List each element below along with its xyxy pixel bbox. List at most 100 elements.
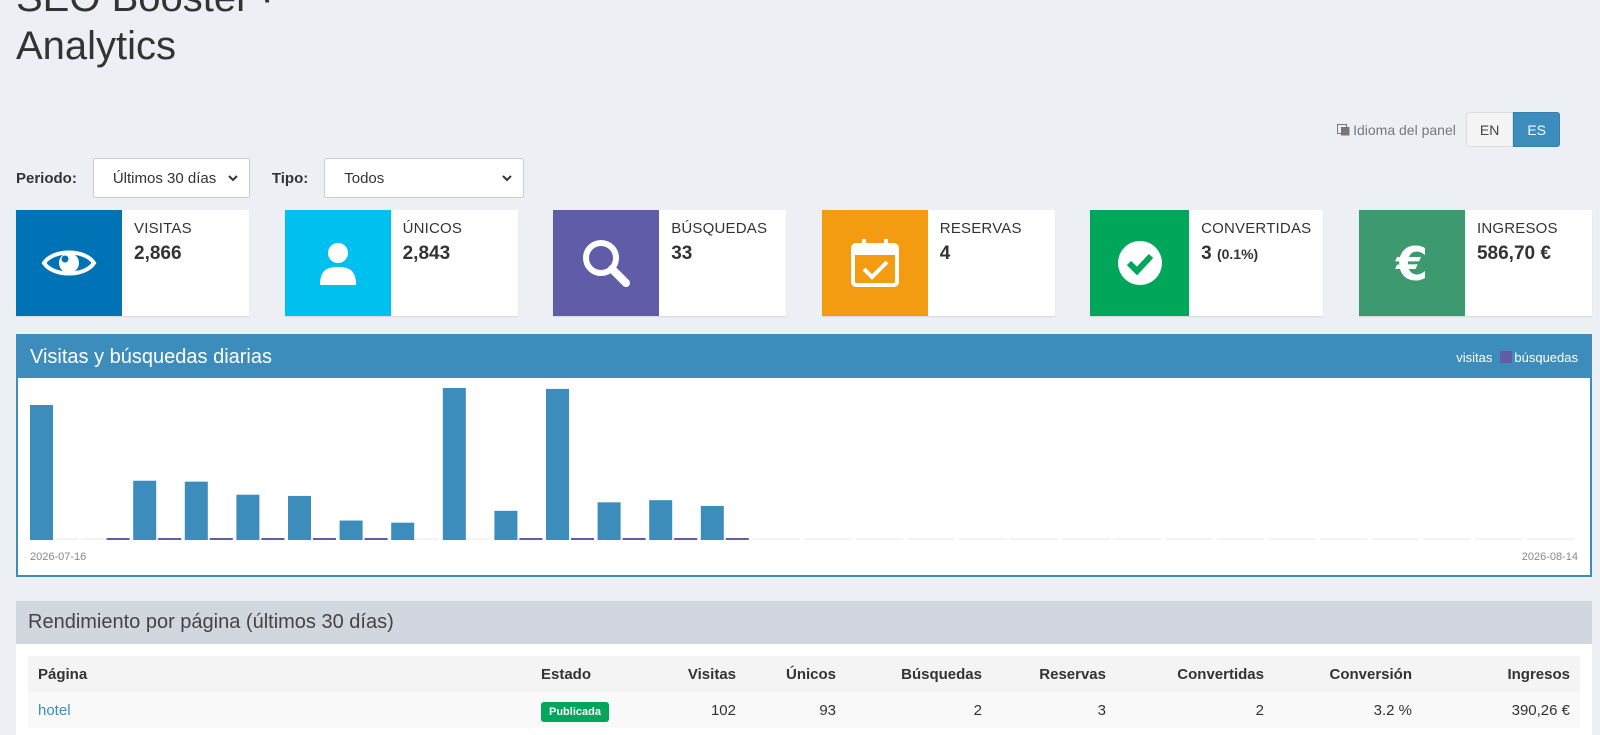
kpi-value: 3 (0.1%) xyxy=(1201,243,1259,264)
cell-convertidas: 2 xyxy=(1116,692,1274,728)
bar-visitas xyxy=(236,494,260,540)
day-baseline xyxy=(1474,538,1523,540)
bar-busquedas xyxy=(313,538,336,540)
check-circle-icon xyxy=(1117,241,1162,285)
kpi-icon-box xyxy=(284,210,391,316)
day-baseline xyxy=(1268,538,1316,540)
bar-visitas xyxy=(546,388,569,540)
kpi-label: INGRESOS xyxy=(1476,220,1558,237)
cell-unicos: 93 xyxy=(746,692,846,728)
day-baseline xyxy=(855,538,904,540)
filters-bar: Periodo: Últimos 30 días Tipo: Todos xyxy=(16,158,546,198)
bar-busquedas xyxy=(519,538,543,540)
table-row: hotel Publicada 102 93 2 3 2 3.2 % 390,2… xyxy=(28,692,1580,728)
kpi-icon-box xyxy=(16,210,122,316)
bar-visitas xyxy=(30,405,53,540)
lang-es-button[interactable]: ES xyxy=(1513,112,1560,147)
kpi-value: 2,843 xyxy=(402,243,451,264)
bar-visitas xyxy=(494,510,518,540)
kpi-value: 2,866 xyxy=(134,243,182,264)
col-convertidas[interactable]: Convertidas xyxy=(1116,656,1274,692)
kpi-icon-box xyxy=(1090,210,1190,316)
cell-ingresos: 390,26 € xyxy=(1422,692,1580,728)
day-baseline xyxy=(1423,538,1471,540)
legend-busquedas: búsquedas xyxy=(1514,349,1578,365)
cell-visitas: 102 xyxy=(651,692,746,728)
day-baseline xyxy=(804,538,852,540)
kpi-value: 33 xyxy=(671,243,693,264)
bar-busquedas xyxy=(725,538,749,540)
kpi-value: 4 xyxy=(939,243,951,264)
col-conversion[interactable]: Conversión xyxy=(1274,656,1422,692)
kpi-unicos: ÚNICOS 2,843 xyxy=(284,210,518,316)
performance-table: Página Estado Visitas Únicos Búsquedas R… xyxy=(28,656,1580,728)
periodo-select-value: Últimos 30 días xyxy=(112,169,217,187)
kpi-icon-box xyxy=(553,210,660,316)
page-link[interactable]: hotel xyxy=(38,702,71,719)
legend-visitas: visitas xyxy=(1456,349,1493,365)
day-baseline xyxy=(1010,538,1058,540)
page-title: SEO Booster · Analytics xyxy=(16,0,274,68)
tipo-select-value: Todos xyxy=(344,169,385,187)
day-baseline xyxy=(1371,538,1420,540)
x-axis-end-label: 2026-08-14 xyxy=(1522,551,1578,563)
chart-title: Visitas y búsquedas diarias xyxy=(30,345,272,368)
language-switcher: Idioma del panel EN ES xyxy=(1337,112,1560,147)
cell-conversion: 3.2 % xyxy=(1274,692,1422,728)
col-visitas[interactable]: Visitas xyxy=(651,656,746,692)
day-baseline xyxy=(752,538,800,540)
bar-busquedas xyxy=(571,538,594,540)
bar-busquedas xyxy=(261,538,285,540)
status-badge: Publicada xyxy=(541,701,609,722)
user-icon xyxy=(319,243,356,285)
euro-icon: € xyxy=(1395,237,1428,291)
kpi-label: ÚNICOS xyxy=(402,220,463,237)
day-baseline xyxy=(1165,538,1213,540)
kpi-value: 586,70 € xyxy=(1476,243,1551,264)
day-baseline xyxy=(1216,538,1265,540)
col-estado[interactable]: Estado xyxy=(531,656,651,692)
col-unicos[interactable]: Únicos xyxy=(746,656,846,692)
bar-visitas xyxy=(339,520,363,540)
kpi-row: VISITAS 2,866 ÚNICOS 2,843 BÚSQUEDAS 33 … xyxy=(16,210,1592,316)
daily-chart-panel: Visitas y búsquedas diarias visitas búsq… xyxy=(16,334,1592,577)
bar-busquedas xyxy=(158,538,182,540)
kpi-label: CONVERTIDAS xyxy=(1201,220,1312,237)
bar-visitas xyxy=(133,480,157,540)
bar-busquedas xyxy=(674,538,698,540)
day-baseline xyxy=(1062,538,1110,540)
col-ingresos[interactable]: Ingresos xyxy=(1422,656,1580,692)
day-baseline xyxy=(1113,538,1162,540)
col-reservas[interactable]: Reservas xyxy=(992,656,1116,692)
chevron-down-icon xyxy=(228,175,238,182)
kpi-icon-box xyxy=(821,210,928,316)
chart-header: Visitas y búsquedas diarias visitas búsq… xyxy=(18,336,1590,378)
bar-visitas xyxy=(184,481,208,540)
language-icon xyxy=(1337,123,1350,136)
bar-visitas xyxy=(442,388,466,540)
cell-reservas: 3 xyxy=(992,692,1116,728)
bar-visitas xyxy=(288,495,311,540)
kpi-extra: (0.1%) xyxy=(1216,246,1259,262)
bar-visitas xyxy=(649,500,673,540)
bar-visitas xyxy=(597,502,621,540)
kpi-label: RESERVAS xyxy=(939,220,1022,237)
day-baseline xyxy=(958,538,1007,540)
legend-busquedas-swatch xyxy=(1500,351,1513,363)
chart-legend: visitas búsquedas xyxy=(1456,350,1578,365)
tipo-label: Tipo: xyxy=(271,169,309,187)
tipo-select[interactable]: Todos xyxy=(324,158,525,198)
performance-panel: Rendimiento por página (últimos 30 días)… xyxy=(16,601,1592,735)
table-header-row: Página Estado Visitas Únicos Búsquedas R… xyxy=(28,656,1580,692)
bar-busquedas xyxy=(106,538,130,540)
day-baseline xyxy=(907,538,955,540)
kpi-reservas: RESERVAS 4 xyxy=(821,210,1055,316)
periodo-select[interactable]: Últimos 30 días xyxy=(92,158,250,198)
col-pagina[interactable]: Página xyxy=(28,656,531,692)
col-busquedas[interactable]: Búsquedas xyxy=(846,656,992,692)
lang-en-button[interactable]: EN xyxy=(1465,112,1514,147)
kpi-label: VISITAS xyxy=(134,220,192,237)
bar-visitas xyxy=(700,505,724,540)
cell-busquedas: 2 xyxy=(846,692,992,728)
kpi-visitas: VISITAS 2,866 xyxy=(16,210,249,316)
